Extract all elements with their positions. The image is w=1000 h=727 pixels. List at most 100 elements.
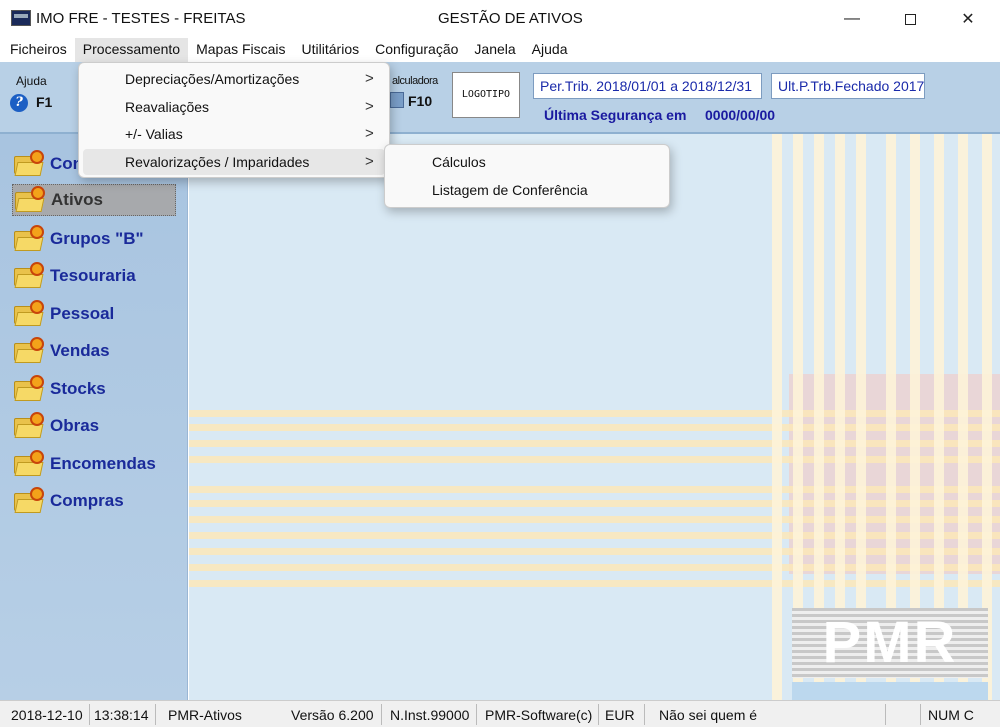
menu-mapas-fiscais[interactable]: Mapas Fiscais [188, 38, 293, 62]
chevron-right-icon: > [365, 98, 374, 115]
status-module: PMR-Ativos [168, 707, 242, 723]
help-label: Ajuda [16, 74, 47, 88]
sidebar-item-label: Compras [50, 491, 124, 510]
menu-item-label: +/- Valias [125, 126, 183, 142]
status-separator [885, 704, 886, 725]
sidebar-item-compras[interactable]: Compras [12, 485, 124, 517]
folder-icon [12, 225, 48, 253]
sidebar-item-contabilidade[interactable]: Con [12, 148, 83, 180]
background-stripe [189, 486, 1000, 493]
menu-item-revalorizacoes[interactable]: Revalorizações / Imparidades > [83, 149, 385, 175]
background-stripe [189, 500, 1000, 507]
sidebar-item-ativos[interactable]: Ativos [12, 184, 176, 216]
status-installation: N.Inst.99000 [390, 707, 470, 723]
processamento-dropdown: Depreciações/Amortizações > Reavaliações… [78, 62, 390, 178]
background-stripe [189, 564, 1000, 571]
folder-icon [12, 337, 48, 365]
minimize-button[interactable]: — [822, 0, 882, 38]
closed-period-field: Ult.P.Trb.Fechado 2017 [771, 73, 925, 99]
menu-item-mais-menos-valias[interactable]: +/- Valias > [83, 121, 385, 147]
sidebar-item-label: Vendas [50, 341, 110, 360]
menu-ajuda[interactable]: Ajuda [524, 38, 576, 62]
status-separator [644, 704, 645, 725]
pmr-logo-base [792, 682, 988, 700]
background-stripe [189, 424, 1000, 431]
background-stripe [772, 134, 782, 700]
help-icon[interactable]: ? [10, 94, 28, 112]
sidebar-item-obras[interactable]: Obras [12, 410, 99, 442]
sidebar-item-pessoal[interactable]: Pessoal [12, 298, 114, 330]
sidebar-item-grupos-b[interactable]: Grupos "B" [12, 223, 144, 255]
menu-item-reavaliacoes[interactable]: Reavaliações > [83, 94, 385, 120]
background-stripe [189, 456, 1000, 463]
menu-item-listagem-conferencia[interactable]: Listagem de Conferência [389, 177, 665, 203]
menu-utilitarios[interactable]: Utilitários [294, 38, 368, 62]
folder-icon [12, 450, 48, 478]
logo-placeholder: LOGOTIPO [452, 72, 520, 118]
status-separator [89, 704, 90, 725]
background-stripe [189, 410, 1000, 417]
status-separator [155, 704, 156, 725]
sidebar-item-label: Pessoal [50, 304, 115, 323]
background-stripe [189, 440, 1000, 447]
sidebar-item-stocks[interactable]: Stocks [12, 373, 106, 405]
background-stripe [189, 532, 1000, 539]
status-version: Versão 6.200 [291, 707, 374, 723]
sidebar-item-label: Stocks [50, 379, 106, 398]
sidebar-item-tesouraria[interactable]: Tesouraria [12, 260, 136, 292]
calculator-icon[interactable] [390, 92, 404, 108]
folder-icon [12, 375, 48, 403]
folder-icon [12, 412, 48, 440]
status-separator [476, 704, 477, 725]
chevron-right-icon: > [365, 70, 374, 87]
sidebar-item-encomendas[interactable]: Encomendas [12, 448, 156, 480]
menu-configuracao[interactable]: Configuração [367, 38, 466, 62]
background-stripe [189, 580, 1000, 587]
status-separator [920, 704, 921, 725]
menu-item-depreciacoes[interactable]: Depreciações/Amortizações > [83, 66, 385, 92]
background-stripe [189, 516, 1000, 523]
app-icon[interactable] [11, 10, 31, 26]
chevron-right-icon: > [365, 125, 374, 142]
maximize-button[interactable] [880, 0, 940, 38]
status-date: 2018-12-10 [11, 707, 83, 723]
maximize-icon [904, 13, 916, 25]
revalorizacoes-submenu: Cálculos Listagem de Conferência [384, 144, 670, 208]
folder-icon [12, 487, 48, 515]
close-icon: ✕ [961, 11, 975, 28]
menu-bar: Ficheiros Processamento Mapas Fiscais Ut… [0, 38, 1000, 62]
status-company: PMR-Software(c) [485, 707, 593, 723]
menu-item-label: Revalorizações / Imparidades [125, 154, 310, 170]
calculator-label: alculadora [392, 75, 438, 87]
status-bar: 2018-12-10 13:38:14 PMR-Ativos Versão 6.… [0, 700, 1000, 727]
help-shortcut[interactable]: F1 [36, 94, 52, 110]
close-button[interactable]: ✕ [938, 0, 998, 38]
window-title: IMO FRE - TESTES - FREITAS [36, 10, 246, 27]
menu-item-label: Reavaliações [125, 99, 210, 115]
folder-icon [12, 150, 48, 178]
sidebar: Con Ativos Grupos "B" Tesouraria Pessoal… [0, 134, 188, 700]
sidebar-item-label: Encomendas [50, 454, 156, 473]
folder-icon [12, 262, 48, 290]
folder-icon [12, 300, 48, 328]
menu-item-calculos[interactable]: Cálculos [389, 149, 665, 175]
status-separator [381, 704, 382, 725]
status-user: Não sei quem é [659, 707, 758, 723]
sidebar-item-label: Ativos [51, 190, 103, 209]
main-workspace: PMR [189, 134, 1000, 700]
menu-janela[interactable]: Janela [466, 38, 523, 62]
background-stripe [189, 548, 1000, 555]
sidebar-item-label: Obras [50, 416, 100, 435]
title-bar: IMO FRE - TESTES - FREITAS GESTÃO DE ATI… [0, 0, 1000, 38]
sidebar-item-vendas[interactable]: Vendas [12, 335, 110, 367]
menu-item-label: Depreciações/Amortizações [125, 71, 300, 87]
sidebar-item-label: Tesouraria [50, 266, 136, 285]
pmr-logo: PMR [792, 608, 988, 678]
calculator-shortcut[interactable]: F10 [408, 93, 432, 109]
menu-item-label: Cálculos [432, 154, 486, 170]
last-backup-value: 0000/00/00 [705, 107, 776, 123]
folder-icon [13, 186, 49, 214]
menu-processamento[interactable]: Processamento [74, 38, 189, 62]
menu-ficheiros[interactable]: Ficheiros [2, 38, 75, 62]
status-time: 13:38:14 [94, 707, 149, 723]
